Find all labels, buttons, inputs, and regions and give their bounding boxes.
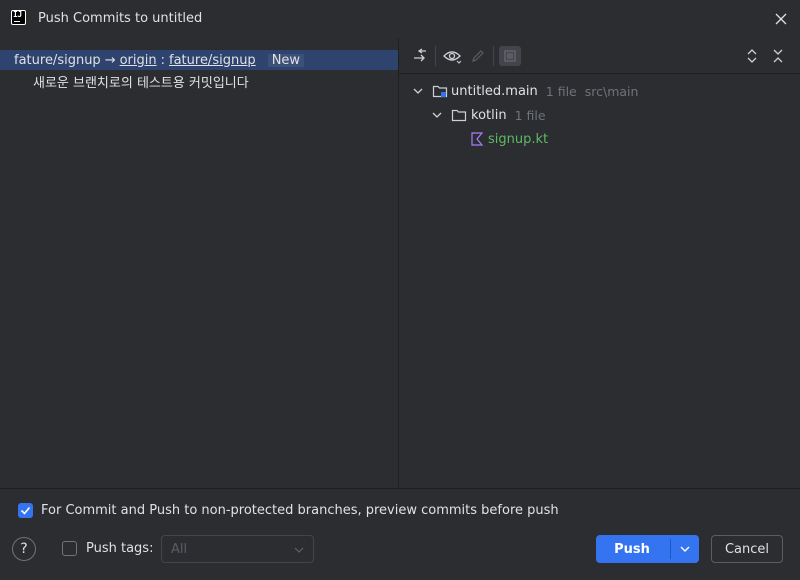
eye-icon[interactable] — [441, 46, 463, 66]
push-tags-checkbox[interactable] — [62, 541, 77, 556]
file-name: signup.kt — [488, 131, 549, 147]
dialog-title: Push Commits to untitled — [38, 11, 203, 26]
push-tags-value: All — [171, 542, 188, 557]
tree-row-folder[interactable]: kotlin 1 file — [430, 104, 546, 126]
intellij-logo-icon: IJ — [11, 10, 26, 25]
edit-pencil-icon[interactable] — [467, 46, 489, 66]
branch-push-row[interactable]: fature/signup → origin : fature/signup N… — [0, 50, 398, 70]
cancel-button[interactable]: Cancel — [711, 535, 783, 563]
chevron-down-icon — [680, 546, 690, 552]
push-options-dropdown[interactable] — [671, 535, 699, 563]
preview-commits-checkbox[interactable] — [18, 503, 33, 518]
chevron-down-icon — [294, 547, 304, 553]
tree-row-module[interactable]: untitled.main 1 file src\main — [411, 80, 638, 102]
tree-row-file[interactable]: signup.kt — [470, 128, 548, 150]
chevron-down-icon[interactable] — [411, 84, 425, 98]
push-tags-select[interactable]: All — [161, 535, 314, 563]
module-path: src\main — [584, 83, 639, 99]
toolbar-divider — [435, 46, 436, 66]
kotlin-file-icon — [471, 132, 484, 146]
module-folder-icon — [432, 85, 448, 98]
push-button[interactable]: Push — [596, 535, 668, 563]
changes-toolbar — [399, 38, 800, 74]
toolbar-divider — [493, 46, 494, 66]
checkmark-icon — [20, 506, 31, 515]
module-file-count: 1 file — [545, 83, 577, 99]
commit-message[interactable]: 새로운 브랜치로의 테스트용 커밋입니다 — [33, 72, 249, 91]
module-name: untitled.main — [451, 83, 538, 99]
dialog-footer: For Commit and Push to non-protected bra… — [0, 488, 800, 580]
chevron-down-icon[interactable] — [430, 108, 444, 122]
folder-name: kotlin — [471, 107, 507, 123]
expand-all-icon[interactable] — [741, 46, 763, 66]
push-button-group: Push — [596, 535, 699, 563]
remote-branch-link[interactable]: fature/signup — [169, 53, 256, 68]
close-icon[interactable] — [772, 10, 790, 28]
arrow-glyph: → — [104, 52, 116, 68]
push-tags-label[interactable]: Push tags: — [86, 541, 153, 556]
title-bar: IJ Push Commits to untitled — [0, 0, 800, 38]
local-branch-name: fature/signup — [14, 52, 101, 68]
remote-separator: : — [160, 52, 165, 68]
folder-icon — [451, 109, 467, 122]
collapse-all-icon[interactable] — [767, 46, 789, 66]
show-diff-icon[interactable] — [409, 46, 431, 66]
new-badge: New — [267, 53, 305, 67]
group-by-icon[interactable] — [499, 46, 521, 66]
remote-link[interactable]: origin — [120, 53, 157, 68]
commit-list-pane: fature/signup → origin : fature/signup N… — [0, 38, 398, 488]
folder-file-count: 1 file — [514, 107, 546, 123]
help-button[interactable]: ? — [12, 537, 36, 561]
preview-commits-label[interactable]: For Commit and Push to non-protected bra… — [41, 503, 559, 518]
changes-pane: untitled.main 1 file src\main kotlin 1 f… — [399, 38, 800, 488]
